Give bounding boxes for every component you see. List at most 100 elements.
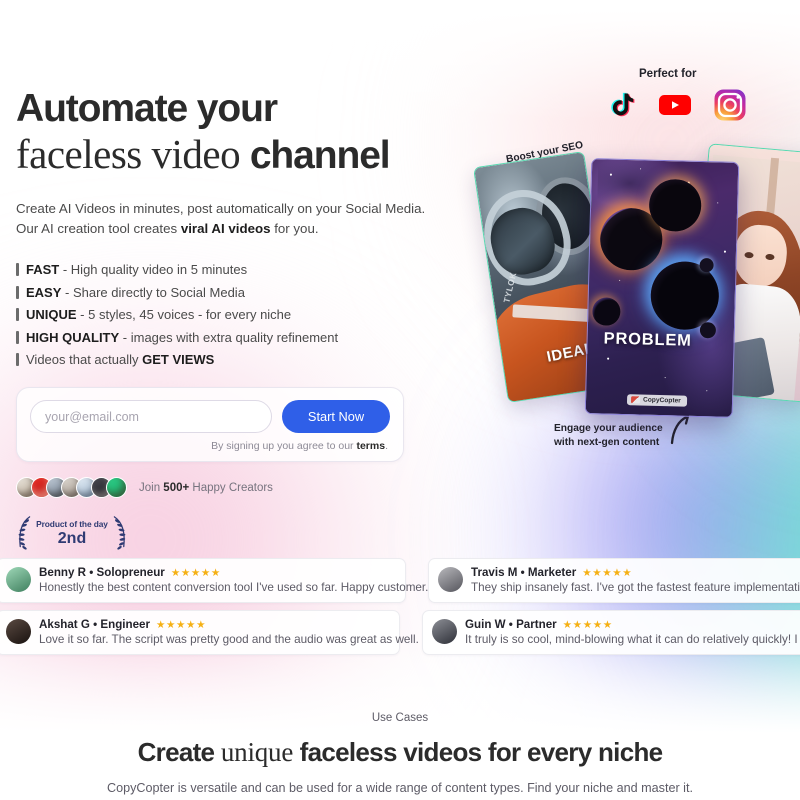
award-rank: 2nd: [57, 529, 87, 547]
feature-label: FAST - High quality video in 5 minutes: [26, 262, 247, 277]
star: [717, 202, 719, 204]
use-cases-title: Create unique faceless videos for every …: [0, 737, 800, 768]
testimonial-author: Akshat G • Engineer: [39, 618, 151, 631]
avatar-stack: [16, 477, 127, 498]
feature-rest-text: - images with extra quality refinement: [119, 329, 339, 345]
testimonial-card: Akshat G • Engineer ★★★★★ Love it so far…: [0, 610, 419, 655]
star: [607, 357, 609, 360]
feature-rest-text: Videos that actually: [26, 352, 143, 367]
testimonial-text: Love it so far. The script was pretty go…: [39, 633, 419, 646]
feature-rest-text: - 5 styles, 45 voices - for every niche: [76, 307, 292, 322]
testimonial-header: Guin W • Partner ★★★★★: [465, 618, 800, 631]
headline-serif-text: faceless video: [16, 131, 250, 178]
testimonial-card: Guin W • Partner ★★★★★ It truly is so co…: [422, 610, 800, 655]
signup-input-row: Start Now: [30, 400, 390, 433]
laurel-left-icon: [18, 516, 31, 550]
annotation-line-1: Engage your audience: [554, 423, 663, 434]
product-of-the-day-badge: Product of the day 2nd: [18, 512, 126, 554]
rating-stars: ★★★★★: [582, 566, 633, 579]
feature-item-get-views: Videos that actually GET VIEWS: [16, 352, 470, 367]
page-title: Automate your faceless video channel: [0, 0, 470, 177]
testimonial-text: Honestly the best content conversion too…: [39, 581, 429, 594]
avatar: [6, 619, 31, 644]
feature-bold-text: FAST: [26, 262, 60, 277]
terms-link[interactable]: terms: [356, 440, 385, 452]
join-count-text: 500+: [163, 481, 190, 494]
feature-list: FAST - High quality video in 5 minutes E…: [16, 262, 470, 367]
copycopter-logo-icon: [630, 396, 641, 404]
testimonial-header: Benny R • Solopreneur ★★★★★: [39, 566, 428, 579]
feature-rest-text: - Share directly to Social Media: [61, 284, 245, 300]
use-cases-subtitle: CopyCopter is versatile and can be used …: [107, 781, 693, 795]
planet-small-lower-left: [592, 297, 621, 326]
bullet-bar-icon: [16, 353, 19, 366]
use-cases-title-part-1: Create: [137, 737, 221, 767]
headline-bold-text: channel: [249, 134, 391, 178]
feature-item-fast: FAST - High quality video in 5 minutes: [16, 262, 470, 277]
moon-small-lower-right: [699, 322, 717, 339]
testimonial-author: Benny R • Solopreneur: [39, 566, 165, 579]
feature-label: EASY - Share directly to Social Media: [26, 285, 245, 300]
testimonial-header: Akshat G • Engineer ★★★★★: [39, 618, 419, 631]
social-platform-icons: [603, 88, 747, 122]
avatar: [432, 619, 457, 644]
award-title: Product of the day: [36, 518, 108, 529]
moon-small-upper-right: [699, 257, 714, 273]
feature-item-easy: EASY - Share directly to Social Media: [16, 285, 470, 300]
avatar: [6, 567, 31, 592]
terms-suffix-text: .: [385, 440, 388, 452]
join-prefix-text: Join: [139, 481, 164, 494]
watermark-label: CopyCopter: [642, 396, 681, 405]
tiktok-icon: [603, 88, 637, 122]
email-field[interactable]: [30, 400, 272, 433]
feature-bold-text: UNIQUE: [26, 307, 77, 322]
headline-line-1: Automate your: [16, 87, 278, 130]
creators-count-label: Join 500+ Happy Creators: [139, 482, 273, 494]
rating-stars: ★★★★★: [562, 618, 613, 631]
social-proof-row: Join 500+ Happy Creators: [16, 477, 470, 498]
rating-stars: ★★★★★: [156, 618, 207, 631]
join-suffix-text: Happy Creators: [189, 481, 273, 494]
planet-upper-orange-rim: [648, 178, 702, 232]
annotation-line-2: with next-gen content: [554, 436, 660, 448]
star: [619, 279, 621, 282]
feature-label: HIGH QUALITY - images with extra quality…: [26, 330, 338, 345]
hero-subtitle: Create AI Videos in minutes, post automa…: [16, 199, 440, 240]
feature-label: Videos that actually GET VIEWS: [26, 352, 214, 367]
hero-left-column: Automate your faceless video channel Cre…: [0, 0, 470, 554]
start-now-button[interactable]: Start Now: [282, 400, 390, 433]
curved-arrow-up-icon: [670, 413, 690, 445]
testimonial-header: Travis M • Marketer ★★★★★: [471, 566, 800, 579]
youtube-icon: [658, 88, 692, 122]
video-card-center[interactable]: PROBLEM CopyCopter: [584, 158, 740, 418]
testimonial-text: They ship insanely fast. I've got the fa…: [471, 581, 800, 594]
perfect-for-label: Perfect for: [639, 68, 697, 80]
laurel-right-icon: [113, 516, 126, 550]
testimonial-row-2: Akshat G • Engineer ★★★★★ Love it so far…: [0, 610, 800, 655]
rating-stars: ★★★★★: [170, 566, 221, 579]
card-artwork-space: PROBLEM CopyCopter: [585, 158, 739, 417]
headline-line-2: faceless video channel: [16, 131, 470, 178]
signup-form: Start Now By signing up you agree to our…: [16, 387, 404, 462]
star: [706, 390, 708, 392]
bullet-bar-icon: [16, 330, 19, 344]
testimonial-author: Travis M • Marketer: [471, 566, 577, 579]
feature-bold-text: EASY: [26, 284, 62, 300]
star: [609, 173, 612, 176]
feature-label: UNIQUE - 5 styles, 45 voices - for every…: [26, 307, 291, 322]
hero-right-column: Perfect for Boost your SEO TYLOK IDEAL P…: [470, 0, 800, 470]
use-cases-title-part-2: faceless videos for every niche: [293, 737, 663, 767]
subtitle-highlight: viral AI videos: [180, 221, 271, 237]
copycopter-watermark: CopyCopter: [626, 394, 687, 407]
feature-rest-text: - High quality video in 5 minutes: [59, 262, 248, 277]
subtitle-part-2: for you.: [270, 221, 319, 237]
testimonial-card: Benny R • Solopreneur ★★★★★ Honestly the…: [0, 558, 428, 603]
testimonial-author: Guin W • Partner: [465, 618, 557, 631]
testimonial-row-1: Benny R • Solopreneur ★★★★★ Honestly the…: [0, 558, 800, 603]
bullet-bar-icon: [16, 263, 19, 276]
feature-item-unique: UNIQUE - 5 styles, 45 voices - for every…: [16, 307, 470, 322]
terms-notice: By signing up you agree to our terms.: [30, 440, 390, 452]
star: [664, 377, 666, 379]
feature-bold-text: GET VIEWS: [142, 352, 215, 367]
feature-bold-text: HIGH QUALITY: [26, 329, 120, 345]
